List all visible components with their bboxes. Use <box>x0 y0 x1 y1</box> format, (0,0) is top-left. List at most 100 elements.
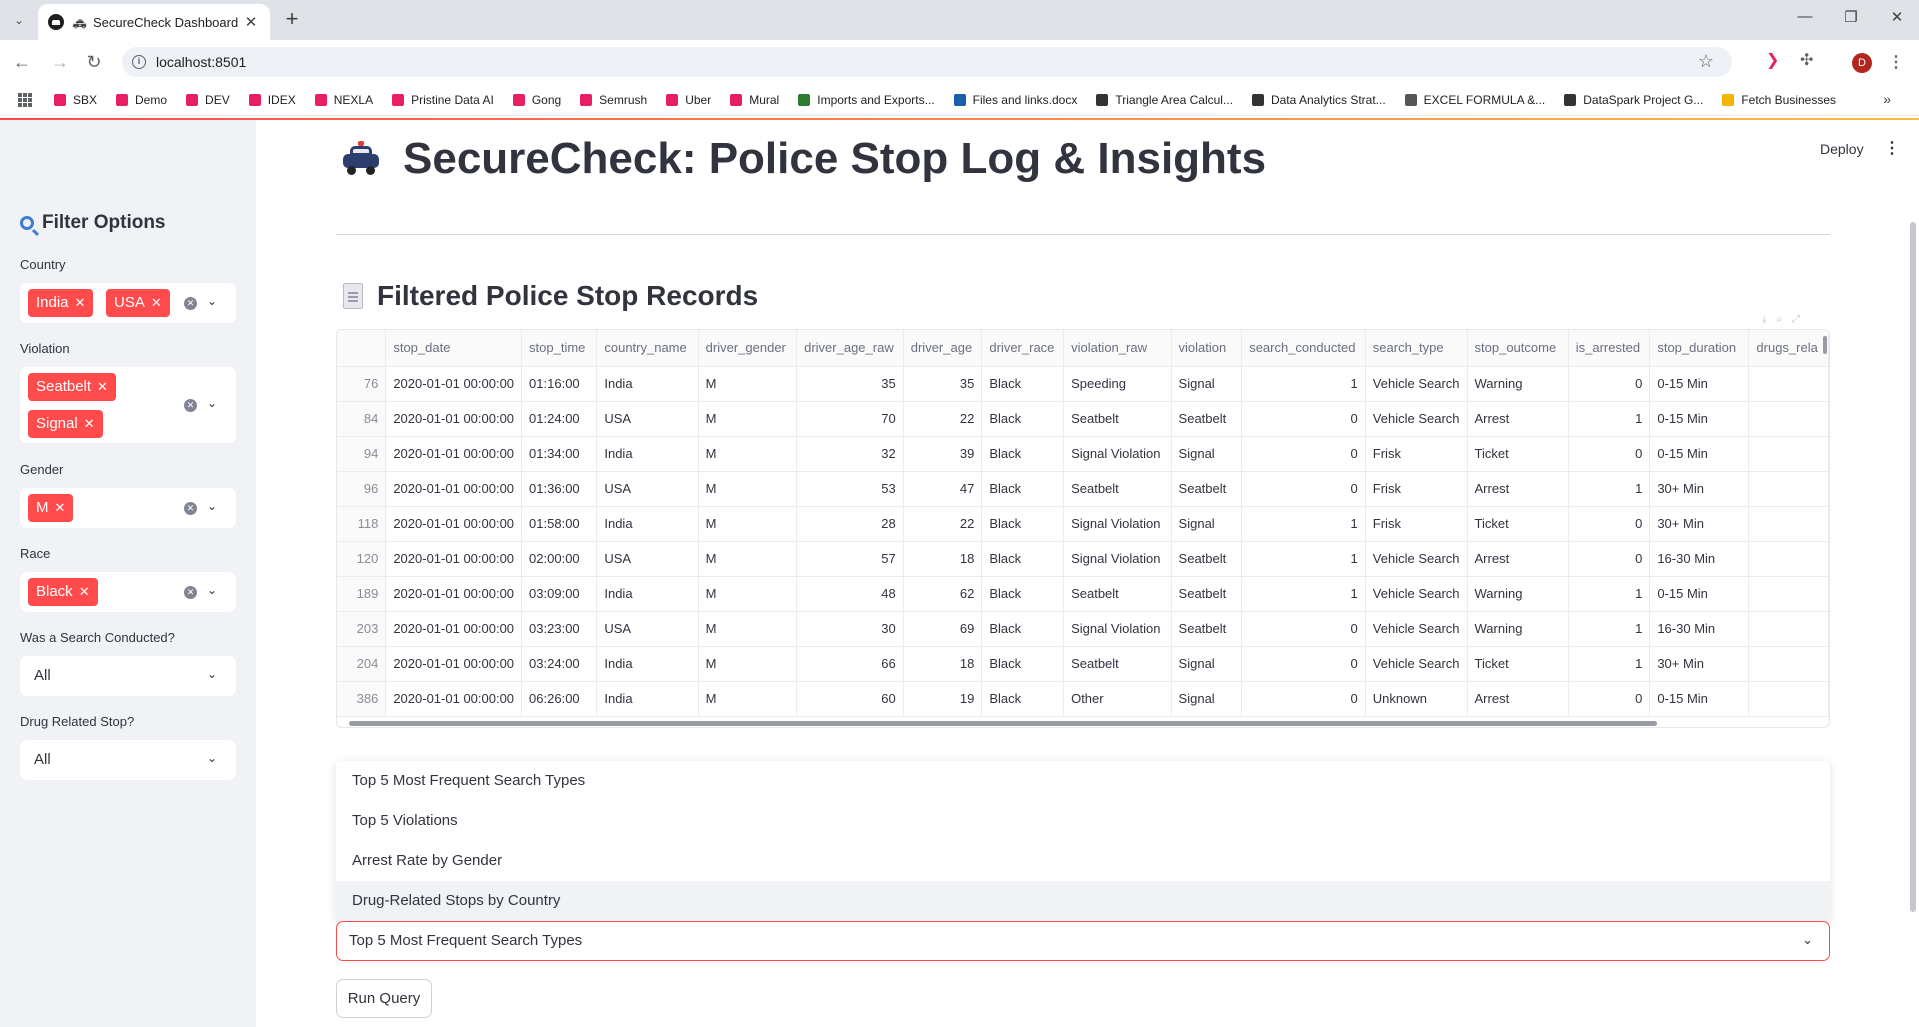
table-cell[interactable]: Black <box>981 646 1065 682</box>
bookmark-item[interactable]: Demo <box>116 93 167 107</box>
table-cell[interactable]: M <box>698 401 798 437</box>
table-cell[interactable]: 53 <box>796 471 904 507</box>
table-cell[interactable]: Seatbelt <box>1063 576 1172 612</box>
table-cell[interactable] <box>1748 681 1829 717</box>
drug-related-select[interactable]: All ⌄ <box>20 740 236 780</box>
column-header[interactable]: stop_time <box>521 330 598 367</box>
table-cell[interactable]: Arrest <box>1467 471 1569 507</box>
column-header[interactable]: stop_outcome <box>1467 330 1569 367</box>
table-cell[interactable]: India <box>596 681 699 717</box>
table-cell[interactable]: 1 <box>1568 576 1651 612</box>
row-index[interactable]: 204 <box>337 646 387 682</box>
table-cell[interactable]: 0-15 Min <box>1649 576 1750 612</box>
row-index[interactable]: 94 <box>337 436 387 472</box>
table-row[interactable]: 118 2020-01-01 00:00:00 01:58:00 India M 28 22… <box>337 506 1829 542</box>
row-index[interactable]: 84 <box>337 401 387 437</box>
table-cell[interactable]: 03:09:00 <box>521 576 598 612</box>
table-cell[interactable]: Signal Violation <box>1063 436 1172 472</box>
table-cell[interactable]: 03:23:00 <box>521 611 598 647</box>
table-cell[interactable]: 60 <box>796 681 904 717</box>
table-cell[interactable]: 0-15 Min <box>1649 401 1750 437</box>
country-multiselect[interactable]: India ✕ USA ✕ ✕ ⌄ <box>20 283 236 323</box>
table-cell[interactable]: 39 <box>903 436 983 472</box>
table-cell[interactable]: Seatbelt <box>1171 611 1243 647</box>
deploy-button[interactable]: Deploy <box>1820 141 1864 157</box>
tab-search-chevron-icon[interactable]: ⌄ <box>8 9 30 31</box>
bookmark-item[interactable]: SBX <box>54 93 97 107</box>
clear-all-icon[interactable]: ✕ <box>184 586 197 599</box>
race-chip[interactable]: Black ✕ <box>28 578 98 606</box>
table-cell[interactable]: 1 <box>1568 401 1651 437</box>
bookmark-item[interactable]: IDEX <box>248 93 296 107</box>
row-index[interactable]: 118 <box>337 506 387 542</box>
table-cell[interactable]: 0-15 Min <box>1649 436 1750 472</box>
table-cell[interactable]: 03:24:00 <box>521 646 598 682</box>
table-row[interactable]: 76 2020-01-01 00:00:00 01:16:00 India M 35 35 B… <box>337 366 1829 402</box>
table-cell[interactable]: 2020-01-01 00:00:00 <box>385 506 523 542</box>
table-cell[interactable]: M <box>698 541 798 577</box>
table-cell[interactable]: 0 <box>1568 681 1651 717</box>
column-header[interactable]: violation_raw <box>1063 330 1172 367</box>
column-header[interactable]: driver_race <box>981 330 1065 367</box>
column-header[interactable] <box>337 330 387 367</box>
table-cell[interactable]: 2020-01-01 00:00:00 <box>385 401 523 437</box>
table-cell[interactable]: 35 <box>796 366 904 402</box>
table-cell[interactable]: Black <box>981 436 1065 472</box>
query-option[interactable]: Top 5 Violations <box>336 801 1830 841</box>
row-index[interactable]: 120 <box>337 541 387 577</box>
table-cell[interactable]: M <box>698 681 798 717</box>
table-cell[interactable]: Speeding <box>1063 366 1172 402</box>
chip-remove-icon[interactable]: ✕ <box>84 416 95 431</box>
table-cell[interactable]: Black <box>981 471 1065 507</box>
table-cell[interactable]: 01:36:00 <box>521 471 598 507</box>
bookmark-item[interactable]: Pristine Data AI <box>392 93 494 107</box>
table-cell[interactable]: Seatbelt <box>1171 541 1243 577</box>
table-cell[interactable]: 0 <box>1568 541 1651 577</box>
table-cell[interactable]: 0 <box>1241 471 1366 507</box>
bookmark-item[interactable]: NEXLA <box>314 93 373 107</box>
row-index[interactable]: 96 <box>337 471 387 507</box>
site-info-icon[interactable]: i <box>132 55 146 69</box>
fullscreen-icon[interactable]: ⤢ <box>1792 314 1810 325</box>
column-header[interactable]: driver_age <box>903 330 983 367</box>
bookmark-item[interactable]: EXCEL FORMULA &... <box>1404 93 1545 107</box>
back-icon[interactable]: ← <box>10 50 34 74</box>
table-cell[interactable]: Warning <box>1467 611 1569 647</box>
table-cell[interactable]: 66 <box>796 646 904 682</box>
table-cell[interactable]: 48 <box>796 576 904 612</box>
table-cell[interactable]: Frisk <box>1365 471 1468 507</box>
table-cell[interactable]: 62 <box>903 576 983 612</box>
row-index[interactable]: 386 <box>337 681 387 717</box>
url-input[interactable]: i localhost:8501 ☆ <box>122 47 1732 77</box>
table-cell[interactable]: 30+ Min <box>1649 646 1750 682</box>
table-cell[interactable] <box>1748 506 1829 542</box>
bookmark-item[interactable]: Semrush <box>580 93 647 107</box>
table-cell[interactable]: Seatbelt <box>1063 471 1172 507</box>
profile-avatar[interactable]: D <box>1852 53 1872 73</box>
table-cell[interactable]: 01:58:00 <box>521 506 598 542</box>
extensions-puzzle-icon[interactable]: ✣ <box>1800 50 1813 70</box>
column-header[interactable]: drugs_rela <box>1748 330 1829 367</box>
table-cell[interactable]: India <box>596 576 699 612</box>
table-cell[interactable]: Black <box>981 541 1065 577</box>
column-header[interactable]: stop_date <box>385 330 523 367</box>
table-cell[interactable]: 1 <box>1241 541 1366 577</box>
table-cell[interactable]: Warning <box>1467 576 1569 612</box>
table-cell[interactable]: 01:24:00 <box>521 401 598 437</box>
table-cell[interactable]: 01:16:00 <box>521 366 598 402</box>
chevron-down-icon[interactable]: ⌄ <box>207 499 217 513</box>
table-cell[interactable]: Arrest <box>1467 541 1569 577</box>
table-cell[interactable]: India <box>596 436 699 472</box>
gender-multiselect[interactable]: M ✕ ✕ ⌄ <box>20 488 236 528</box>
table-cell[interactable]: 1 <box>1568 471 1651 507</box>
table-cell[interactable]: 2020-01-01 00:00:00 <box>385 471 523 507</box>
table-cell[interactable]: 19 <box>903 681 983 717</box>
table-cell[interactable]: 30+ Min <box>1649 506 1750 542</box>
table-cell[interactable]: Unknown <box>1365 681 1468 717</box>
forward-icon[interactable]: → <box>48 50 72 74</box>
table-cell[interactable] <box>1748 541 1829 577</box>
table-cell[interactable]: Vehicle Search <box>1365 541 1468 577</box>
table-cell[interactable] <box>1748 471 1829 507</box>
table-cell[interactable]: 1 <box>1241 576 1366 612</box>
table-cell[interactable]: Seatbelt <box>1171 471 1243 507</box>
